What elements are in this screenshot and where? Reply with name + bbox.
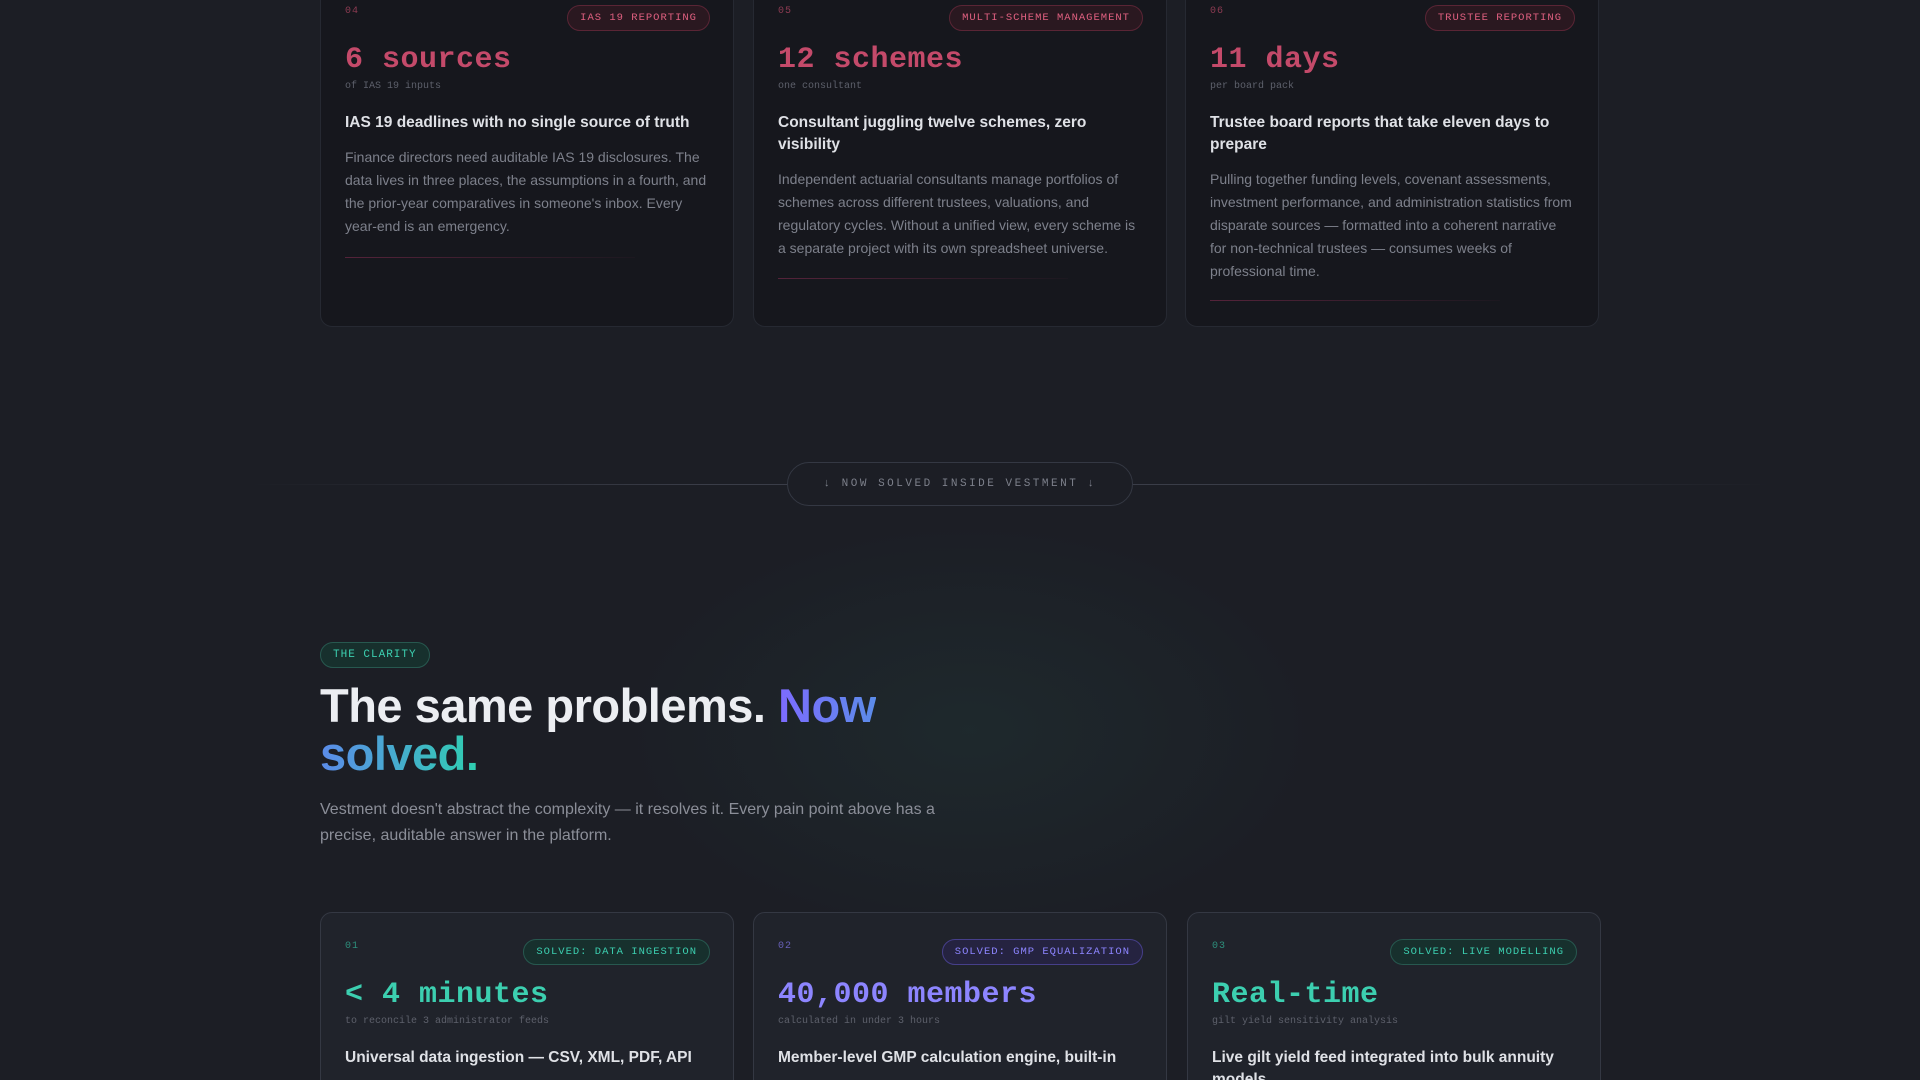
card-divider — [778, 278, 1068, 279]
card-tag: TRUSTEE REPORTING — [1424, 5, 1575, 31]
card-metric-caption: gilt yield sensitivity analysis — [1212, 1016, 1399, 1027]
solved-card-data-ingestion: 01 SOLVED: DATA INGESTION < 4 minutes to… — [320, 912, 734, 1080]
card-metric: < 4 minutes — [345, 978, 549, 1012]
card-number: 01 — [345, 941, 360, 952]
card-description: Finance directors need auditable IAS 19 … — [345, 149, 707, 234]
card-tag: MULTI-SCHEME MANAGEMENT — [949, 5, 1143, 31]
card-number: 02 — [778, 941, 793, 952]
card-tag: IAS 19 REPORTING — [567, 5, 710, 31]
solved-card-gmp-equalization: 02 SOLVED: GMP EQUALIZATION 40,000 membe… — [753, 912, 1167, 1080]
card-title: IAS 19 deadlines with no single source o… — [345, 114, 690, 131]
card-title: Universal data ingestion — CSV, XML, PDF… — [345, 1049, 692, 1066]
card-metric: 6 sources — [345, 43, 512, 77]
section-headline: The same problems. Now solved. — [320, 682, 1020, 778]
card-metric: Real-time — [1212, 978, 1379, 1012]
card-tag: SOLVED: DATA INGESTION — [523, 939, 710, 965]
card-number: 03 — [1212, 941, 1227, 952]
page: 04 IAS 19 REPORTING 6 sources of IAS 19 … — [0, 0, 1920, 1080]
solved-card-live-modelling: 03 SOLVED: LIVE MODELLING Real-time gilt… — [1187, 912, 1601, 1080]
card-metric-caption: calculated in under 3 hours — [778, 1016, 941, 1027]
card-divider — [345, 257, 635, 258]
card-tag: SOLVED: LIVE MODELLING — [1390, 939, 1577, 965]
headline-main: The same problems. — [320, 679, 779, 732]
card-number: 04 — [345, 6, 360, 17]
section-badge: THE CLARITY — [320, 642, 430, 668]
card-title: Live gilt yield feed integrated into bul… — [1212, 1049, 1554, 1080]
card-title: Member-level GMP calculation engine, bui… — [778, 1049, 1117, 1066]
card-metric-caption: per board pack — [1210, 81, 1295, 92]
card-metric-caption: one consultant — [778, 81, 863, 92]
card-metric: 11 days — [1210, 43, 1340, 77]
card-description: Pulling together funding levels, covenan… — [1210, 171, 1572, 279]
problem-card-ias19: 04 IAS 19 REPORTING 6 sources of IAS 19 … — [320, 0, 734, 327]
card-metric-caption: to reconcile 3 administrator feeds — [345, 1016, 550, 1027]
card-tag: SOLVED: GMP EQUALIZATION — [941, 939, 1143, 965]
card-title: Consultant juggling twelve schemes, zero… — [778, 114, 1087, 153]
card-number: 06 — [1210, 6, 1225, 17]
card-divider — [1210, 300, 1500, 301]
card-number: 05 — [778, 6, 793, 17]
section-divider-pill: ↓ NOW SOLVED INSIDE VESTMENT ↓ — [787, 462, 1133, 506]
card-description: Independent actuarial consultants manage… — [778, 171, 1136, 256]
problem-card-trustee: 06 TRUSTEE REPORTING 11 days per board p… — [1185, 0, 1599, 327]
card-metric-caption: of IAS 19 inputs — [345, 81, 442, 92]
card-metric: 40,000 members — [778, 978, 1038, 1012]
section-lead: Vestment doesn't abstract the complexity… — [320, 801, 935, 844]
problem-card-multi-scheme: 05 MULTI-SCHEME MANAGEMENT 12 schemes on… — [753, 0, 1167, 327]
card-title: Trustee board reports that take eleven d… — [1210, 114, 1550, 153]
card-metric: 12 schemes — [778, 43, 964, 77]
